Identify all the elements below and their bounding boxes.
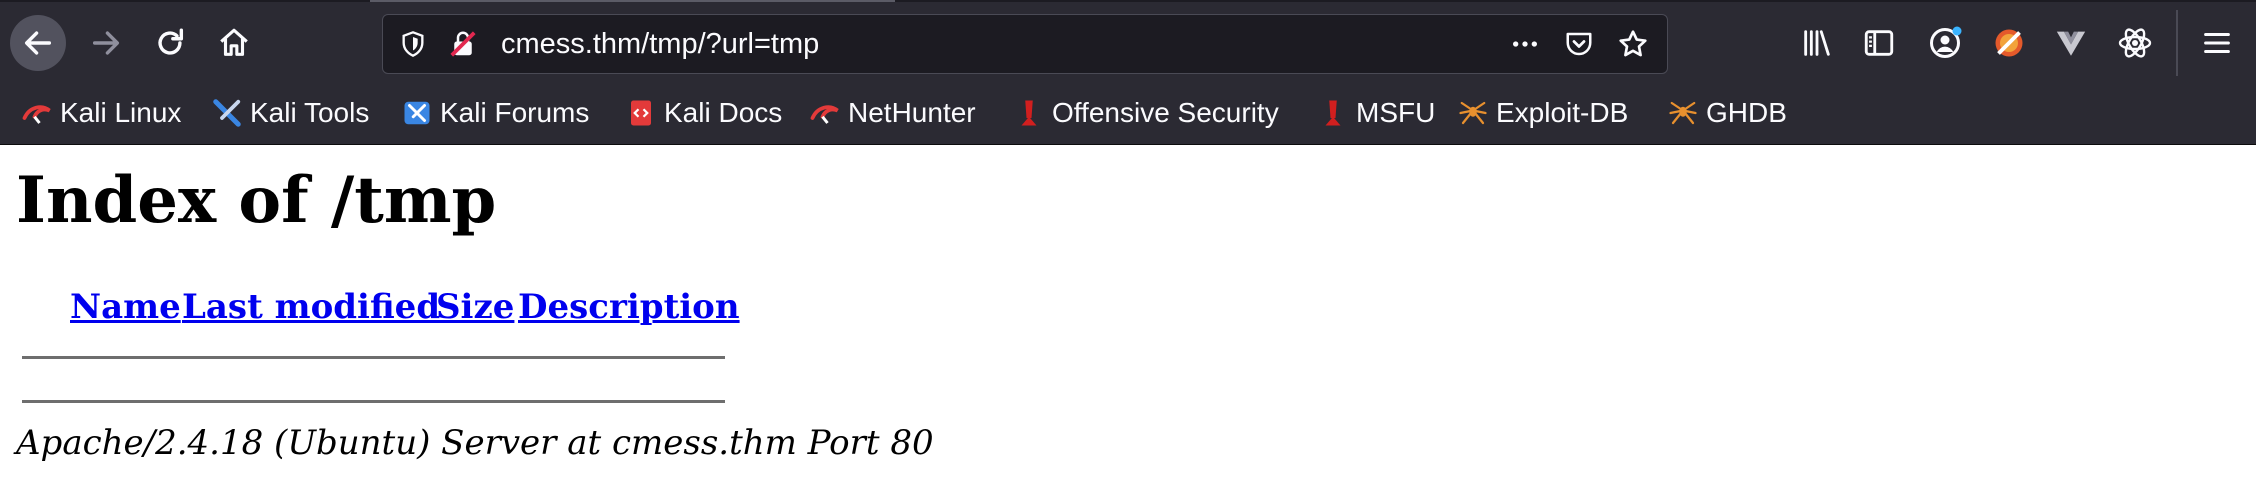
bookmark-label: Kali Linux [60,97,182,128]
kali-dragon-icon [22,98,52,128]
bookmark-kali-docs[interactable]: Kali Docs [626,90,782,136]
bookmark-label: MSFU [1356,97,1436,128]
home-icon [220,28,248,56]
kali-dragon-icon [810,98,840,128]
arrow-left-icon [24,31,52,55]
bookmark-label: Exploit-DB [1496,97,1629,128]
column-header-size[interactable]: Size [436,287,514,327]
page-title: Index of /tmp [16,163,497,238]
bookmark-offensive-security[interactable]: Offensive Security [1014,90,1279,136]
forward-button[interactable] [78,15,134,71]
back-button[interactable] [10,15,66,71]
bookmark-ghdb[interactable]: GHDB [1668,90,1787,136]
bookmark-label: Kali Docs [664,97,783,128]
insecure-connection-lock-icon[interactable] [447,28,479,60]
sidebar-icon[interactable] [1860,24,1898,62]
url-bar[interactable]: cmess.thm/tmp/?url=tmp [382,14,1668,74]
server-signature: Apache/2.4.18 (Ubuntu) Server at cmess.t… [16,423,934,463]
account-icon[interactable] [1926,24,1964,62]
footer-rule [22,400,725,403]
bookmark-exploit-db[interactable]: Exploit-DB [1458,90,1628,136]
navigation-toolbar: cmess.thm/tmp/?url=tmp [0,2,2256,82]
directory-listing-page: Index of /tmp Name Last modified Size De… [0,145,2256,503]
tracking-protection-shield-icon[interactable] [397,28,429,60]
column-header-description[interactable]: Description [518,287,740,327]
toolbar-separator [2176,10,2178,76]
vue-devtools-icon[interactable] [2052,24,2090,62]
reload-button[interactable] [142,15,198,71]
bookmark-star-icon[interactable] [1617,28,1649,60]
home-button[interactable] [206,15,262,71]
column-header-last-modified[interactable]: Last modified [182,287,440,327]
bookmark-kali-tools[interactable]: Kali Tools [212,90,369,136]
page-actions-icon[interactable] [1509,28,1541,60]
kali-forums-icon [402,98,432,128]
pocket-icon[interactable] [1563,28,1595,60]
offsec-icon [1318,98,1348,128]
exploit-db-icon [1458,98,1488,128]
bookmarks-toolbar: Kali Linux Kali Tools Kali Forums Kali D… [0,90,2256,136]
arrow-right-icon [92,31,120,55]
bookmark-nethunter[interactable]: NetHunter [810,90,976,136]
react-devtools-icon[interactable] [2116,24,2154,62]
library-icon[interactable] [1798,24,1836,62]
reload-icon [158,28,184,55]
bookmark-label: Kali Forums [440,97,590,128]
url-text[interactable]: cmess.thm/tmp/?url=tmp [501,15,819,73]
kali-docs-icon [626,98,656,128]
bookmark-label: Kali Tools [250,97,370,128]
bookmark-label: GHDB [1706,97,1787,128]
bookmark-label: Offensive Security [1052,97,1279,128]
header-rule [22,356,725,359]
exploit-db-icon [1668,98,1698,128]
bookmark-msfu[interactable]: MSFU [1318,90,1435,136]
bookmark-label: NetHunter [848,97,976,128]
kali-tools-icon [212,98,242,128]
column-header-name[interactable]: Name [70,287,181,327]
bookmark-kali-forums[interactable]: Kali Forums [402,90,589,136]
extension-blocker-icon[interactable] [1990,24,2028,62]
hamburger-menu-icon[interactable] [2198,24,2236,62]
browser-chrome: cmess.thm/tmp/?url=tmp Kali Linux Kali T… [0,0,2256,145]
bookmark-kali-linux[interactable]: Kali Linux [22,90,181,136]
offsec-icon [1014,98,1044,128]
